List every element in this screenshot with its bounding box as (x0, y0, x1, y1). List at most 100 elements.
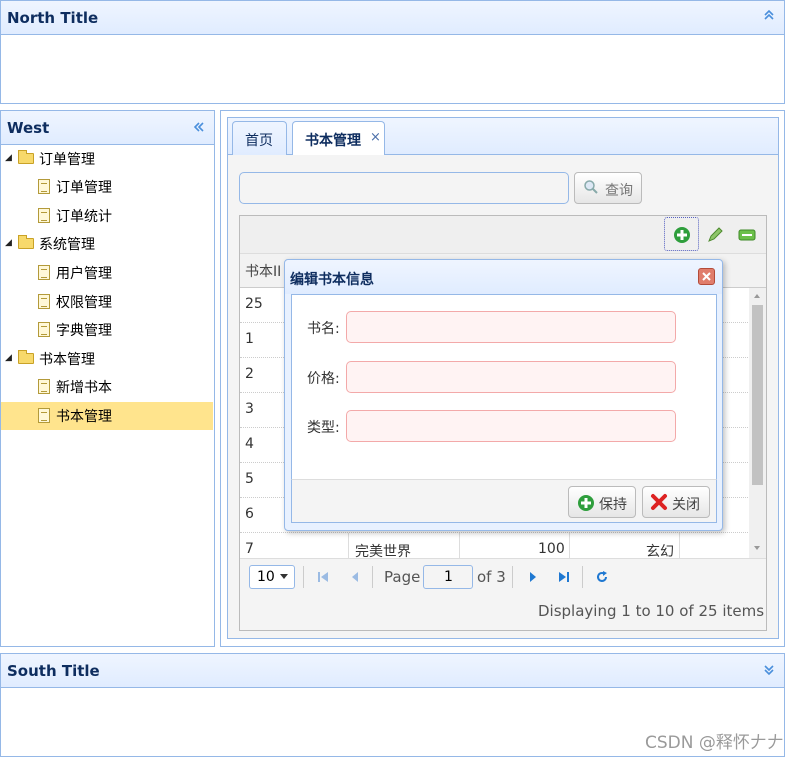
grid-scrollbar[interactable] (749, 288, 766, 558)
folder-icon (18, 350, 34, 364)
search-button-label: 查询 (605, 183, 633, 199)
expand-toggle-icon[interactable]: ◢ (5, 238, 12, 248)
folder-icon (18, 150, 34, 164)
tree-node-label: 权限管理 (56, 295, 112, 311)
dialog-title: 编辑书本信息 (290, 272, 374, 288)
refresh-icon[interactable] (595, 570, 609, 588)
tree-folder-node[interactable]: ◢ 订单管理 (1, 145, 213, 173)
scroll-up-arrow[interactable] (754, 294, 760, 298)
price-input[interactable] (346, 361, 676, 393)
close-button-label: 关闭 (672, 497, 700, 513)
tree-file-node[interactable]: 字典管理 (1, 316, 213, 344)
tree-file-node[interactable]: 新增书本 (1, 373, 213, 401)
column-header-id[interactable]: 书本II (245, 261, 281, 281)
page-number-input[interactable]: 1 (423, 565, 473, 589)
remove-icon[interactable] (738, 227, 756, 247)
tree-node-label: 用户管理 (56, 266, 112, 282)
column-divider (679, 533, 680, 558)
scroll-down-arrow[interactable] (754, 546, 760, 550)
pager-display-info: Displaying 1 to 10 of 25 items (538, 602, 765, 620)
add-icon (577, 494, 595, 516)
file-icon (38, 294, 50, 309)
collapse-left-icon[interactable] (192, 120, 206, 138)
tree-file-node[interactable]: 书本管理 (1, 402, 213, 430)
last-page-icon[interactable] (557, 570, 571, 588)
collapse-down-icon[interactable] (762, 663, 776, 681)
name-input[interactable] (346, 311, 676, 343)
close-button[interactable]: 关闭 (642, 486, 710, 518)
edit-icon[interactable] (706, 226, 724, 248)
collapse-up-icon[interactable] (762, 8, 776, 26)
south-title: South Title (7, 662, 100, 680)
file-icon (38, 408, 50, 423)
cell-id: 25 (245, 296, 263, 312)
page-total: of 3 (477, 568, 506, 586)
cell-id: 6 (245, 506, 254, 522)
column-divider (569, 533, 570, 558)
search-icon (583, 179, 599, 199)
column-divider (348, 533, 349, 558)
tree-file-node[interactable]: 订单管理 (1, 173, 213, 201)
scrollbar-thumb[interactable] (752, 305, 763, 485)
cell-id: 1 (245, 331, 254, 347)
file-icon (38, 179, 50, 194)
type-input[interactable] (346, 410, 676, 442)
prev-page-icon[interactable] (348, 570, 362, 588)
tree-file-node[interactable]: 权限管理 (1, 288, 213, 316)
cell-price: 100 (538, 541, 565, 557)
tree-folder-node[interactable]: ◢ 系统管理 (1, 230, 213, 258)
page-size-select[interactable]: 10 (249, 565, 295, 589)
tree-node-label: 书本管理 (56, 409, 112, 425)
cancel-icon (650, 493, 668, 515)
tree-folder-node[interactable]: ◢ 书本管理 (1, 345, 213, 373)
folder-icon (18, 235, 34, 249)
add-button[interactable] (664, 217, 699, 251)
file-icon (38, 379, 50, 394)
save-button[interactable]: 保持 (568, 486, 636, 518)
tree-node-label: 订单管理 (56, 180, 112, 196)
tree-node-label: 新增书本 (56, 380, 112, 396)
page-number-value: 1 (444, 569, 453, 585)
search-input[interactable] (239, 172, 569, 204)
expand-toggle-icon[interactable]: ◢ (5, 153, 12, 163)
tab-home[interactable]: 首页 (232, 121, 287, 155)
north-title: North Title (7, 9, 99, 27)
south-header: South Title (0, 653, 785, 688)
page-label: Page (384, 568, 421, 586)
first-page-icon[interactable] (316, 570, 330, 588)
tab-book-management[interactable]: 书本管理 × (292, 121, 385, 156)
cell-id: 3 (245, 401, 254, 417)
tab-home-label: 首页 (245, 133, 273, 149)
pager-separator (582, 566, 583, 588)
cell-id: 5 (245, 471, 254, 487)
pager-separator (303, 566, 304, 588)
dialog-header[interactable]: 编辑书本信息 (285, 260, 722, 294)
tab-close-icon[interactable]: × (370, 130, 381, 145)
next-page-icon[interactable] (526, 570, 540, 588)
dialog-close-icon[interactable] (698, 268, 715, 285)
tree-node-label: 订单管理 (39, 152, 95, 168)
tree-node-label: 字典管理 (56, 323, 112, 339)
page-size-value: 10 (257, 569, 275, 585)
field-label-type: 类型: (307, 420, 340, 436)
file-icon (38, 322, 50, 337)
field-label-price: 价格: (307, 371, 340, 387)
tree-node-label: 系统管理 (39, 237, 95, 253)
cell-id: 2 (245, 366, 254, 382)
tab-book-label: 书本管理 (305, 133, 361, 149)
add-icon (673, 226, 691, 248)
file-icon (38, 208, 50, 223)
west-header: West (0, 110, 215, 145)
search-button[interactable]: 查询 (574, 172, 642, 204)
west-title: West (7, 119, 50, 137)
tree-file-node[interactable]: 订单统计 (1, 202, 213, 230)
pager-separator (372, 566, 373, 588)
north-header: North Title (0, 0, 785, 35)
file-icon (38, 265, 50, 280)
save-button-label: 保持 (599, 497, 627, 513)
field-label-name: 书名: (307, 321, 340, 337)
watermark: CSDN @释怀𠂇𠂇 (645, 733, 784, 753)
expand-toggle-icon[interactable]: ◢ (5, 353, 12, 363)
tree-file-node[interactable]: 用户管理 (1, 259, 213, 287)
cell-id: 4 (245, 436, 254, 452)
